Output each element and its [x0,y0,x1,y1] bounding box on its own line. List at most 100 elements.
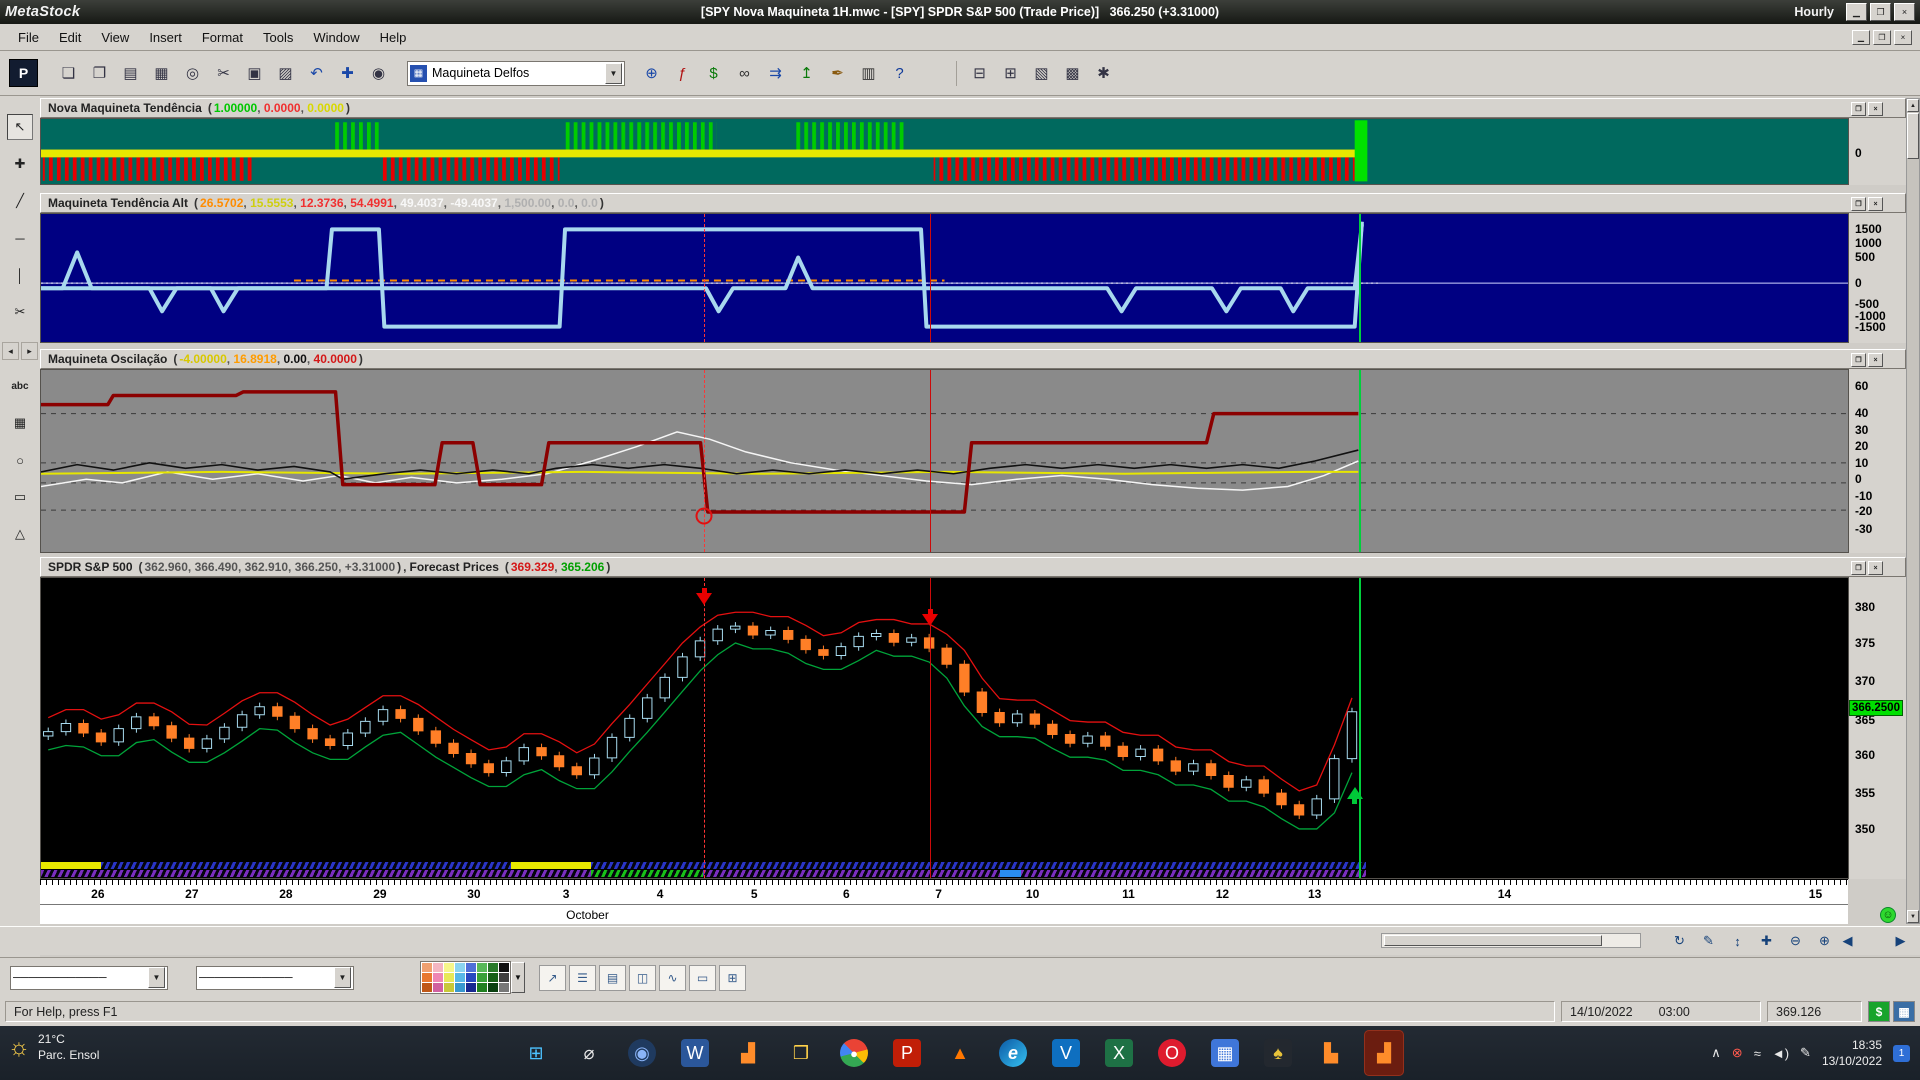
forecaster-button[interactable]: ⇉ [761,59,790,87]
start-button[interactable]: ⊞ [516,1030,556,1076]
grid-style-button[interactable]: ⊞ [719,965,746,991]
color-swatch[interactable] [466,963,476,972]
menu-item[interactable]: File [8,26,49,49]
scroll-left-button[interactable]: ◂ [2,342,19,360]
vertical-line-tool[interactable]: │ [7,262,33,288]
color-swatch[interactable] [455,973,465,982]
search-button[interactable]: ⌀ [569,1030,609,1076]
vlc-icon[interactable]: ▲ [940,1030,980,1076]
color-swatch[interactable] [477,973,487,982]
excel-icon[interactable]: X [1099,1030,1139,1076]
scroll-right-button[interactable]: ▸ [21,342,38,360]
panel-restore-button[interactable]: ❐ [1851,102,1866,116]
trendline-style-button[interactable]: ↗ [539,965,566,991]
bar-style-button[interactable]: ☰ [569,965,596,991]
metastock-pro-icon[interactable]: ▙ [1311,1030,1351,1076]
metastock-active-icon[interactable]: ▟ [1364,1030,1404,1076]
menu-item[interactable]: Format [192,26,253,49]
menu-item[interactable]: Insert [139,26,192,49]
color-swatch[interactable] [444,973,454,982]
menu-item[interactable]: View [91,26,139,49]
color-swatch[interactable] [488,963,498,972]
indicator-builder-button[interactable]: ƒ [668,59,697,87]
web-center-button[interactable]: ⊕ [637,59,666,87]
panel-close-button[interactable]: × [1868,353,1883,367]
chart-status-icon[interactable]: ▦ [1893,1001,1915,1022]
copy-button[interactable]: ▣ [240,59,269,87]
scroll-up-button[interactable]: ▲ [1907,99,1919,112]
oscilacao-scale[interactable]: 60403020100-10-20-30 [1848,369,1906,553]
oscilacao-plot[interactable] [40,369,1848,553]
crosshair-tool[interactable]: ✚ [7,151,33,177]
rectangle-tool[interactable]: ▭ [7,484,33,510]
line-weight-combobox[interactable]: ──────────── ▼ [196,966,354,990]
minimize-button[interactable]: ▁ [1846,3,1867,21]
calculator-icon[interactable]: ▦ [1205,1030,1245,1076]
tendencia-alt-plot[interactable] [40,213,1848,343]
menu-item[interactable]: Edit [49,26,91,49]
grid-tool[interactable]: ▦ [7,410,33,436]
refresh-button[interactable]: ↻ [1668,930,1691,952]
template-combobox[interactable]: ▦ Maquineta Delfos ▼ [407,61,625,86]
downloader-button[interactable]: ↥ [792,59,821,87]
zoom-button[interactable]: ◉ [364,59,393,87]
undo-button[interactable]: ↶ [302,59,331,87]
tendencia-alt-scale[interactable]: 150010005000-500-1000-1500 [1848,213,1906,343]
color-swatch[interactable] [433,983,443,992]
menu-item[interactable]: Help [370,26,417,49]
pan-button[interactable]: ✚ [1755,930,1778,952]
vertical-scroll-thumb[interactable] [1907,113,1919,159]
combo-dropdown-icon[interactable]: ▼ [334,967,351,988]
layout-style-button[interactable]: ◫ [629,965,656,991]
paste-button[interactable]: ▨ [271,59,300,87]
combo-dropdown-icon[interactable]: ▼ [605,63,622,84]
panel-restore-button[interactable]: ❐ [1851,197,1866,211]
camera-app-icon[interactable]: ◉ [622,1030,662,1076]
horizontal-scroll-thumb[interactable] [1384,935,1602,946]
power-console-button[interactable]: P [9,59,38,87]
new-chart-button[interactable]: ❏ [54,59,83,87]
delete-tool[interactable]: ✂ [7,299,33,325]
color-swatch[interactable] [477,963,487,972]
color-swatch[interactable] [488,983,498,992]
vscode-icon[interactable]: V [1046,1030,1086,1076]
price-plot[interactable] [40,577,1848,879]
open-button[interactable]: ❐ [85,59,114,87]
pointer-tool[interactable]: ↖ [7,114,33,140]
panel-close-button[interactable]: × [1868,197,1883,211]
panel-close-button[interactable]: × [1868,561,1883,575]
notification-badge[interactable]: 1 [1893,1045,1910,1062]
zoom-out-button[interactable]: ⊖ [1784,930,1807,952]
panel-close-button[interactable]: × [1868,102,1883,116]
color-swatch[interactable] [466,973,476,982]
color-swatch[interactable] [488,973,498,982]
help-pointer-button[interactable]: ? [885,59,914,87]
word-icon[interactable]: W [675,1030,715,1076]
color-swatch[interactable] [444,963,454,972]
color-swatch[interactable] [433,973,443,982]
close-button[interactable]: × [1894,3,1915,21]
ellipse-tool[interactable]: ○ [7,447,33,473]
scroll-down-button[interactable]: ▼ [1907,910,1919,923]
pointer-move-button[interactable]: ✚ [333,59,362,87]
explorer-button[interactable]: ▥ [854,59,883,87]
palette-dropdown-icon[interactable]: ▼ [511,962,525,993]
price-scale[interactable]: 380375370365360355350 366.2500 [1848,577,1906,879]
edge-icon[interactable]: e [993,1030,1033,1076]
tray-pen-icon[interactable]: ✎ [1800,1045,1811,1061]
horizontal-scrollbar[interactable] [1381,933,1641,948]
tray-chevron-icon[interactable]: ∧ [1711,1045,1721,1061]
game-icon[interactable]: ♠ [1258,1030,1298,1076]
triangle-tool[interactable]: △ [7,521,33,547]
child-close-button[interactable]: × [1894,30,1912,45]
print-button[interactable]: ▦ [147,59,176,87]
line-style-combobox[interactable]: ──────────── ▼ [10,966,168,990]
save-button[interactable]: ▤ [116,59,145,87]
menu-item[interactable]: Window [303,26,369,49]
trendline-tool[interactable]: ╱ [7,188,33,214]
color-swatch[interactable] [444,983,454,992]
enhanced-explorer-button[interactable]: ∞ [730,59,759,87]
options-button[interactable]: ✱ [1089,59,1118,87]
tendencia-scale[interactable]: 0 [1848,118,1906,185]
menu-item[interactable]: Tools [253,26,303,49]
